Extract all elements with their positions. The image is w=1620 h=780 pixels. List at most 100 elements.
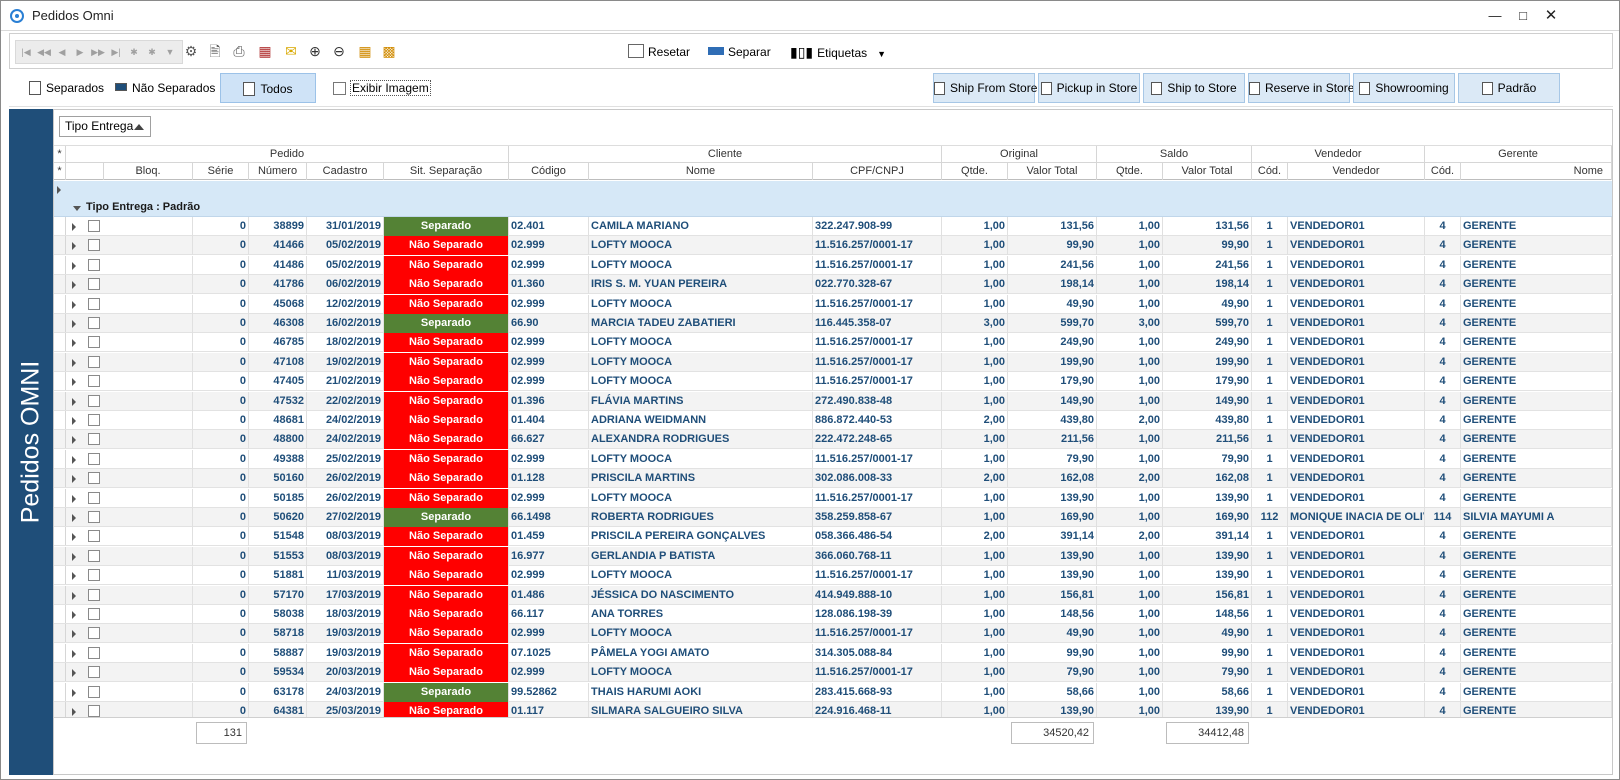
row-checkbox[interactable] xyxy=(88,394,100,407)
header-cadastro[interactable]: Cadastro xyxy=(307,163,384,180)
table-row[interactable]: 0 47108 19/02/2019 Não Separado 02.999 LOFTY … xyxy=(54,352,1612,372)
showrooming-button[interactable]: Showrooming xyxy=(1353,73,1455,103)
row-checkbox[interactable] xyxy=(88,239,100,252)
header-nome[interactable]: Nome xyxy=(589,163,813,180)
todos-button[interactable]: Todos xyxy=(220,73,316,103)
expand-icon[interactable] xyxy=(72,494,76,503)
separados-button[interactable]: Separados xyxy=(23,73,110,103)
group-row[interactable]: Tipo Entrega : Padrão xyxy=(54,199,1612,217)
expand-icon[interactable] xyxy=(72,261,76,270)
row-checkbox[interactable] xyxy=(88,608,100,620)
row-header[interactable] xyxy=(54,643,66,662)
collapse-icon[interactable] xyxy=(73,206,81,211)
expand-icon[interactable] xyxy=(72,514,76,522)
table-row[interactable]: 0 46308 16/02/2019 Separado 66.90 MARCIA TADE… xyxy=(54,314,1612,333)
header-gerente-nome[interactable]: Nome xyxy=(1461,163,1612,180)
header-serie[interactable]: Série xyxy=(193,163,249,180)
table-row[interactable]: 0 50185 26/02/2019 Não Separado 02.999 LOFTY … xyxy=(54,488,1612,508)
expand-icon[interactable] xyxy=(72,708,76,716)
row-checkbox[interactable] xyxy=(88,355,100,368)
ship-from-store-button[interactable]: Ship From Store xyxy=(933,73,1037,103)
header-saldo-qtde[interactable]: Qtde. xyxy=(1097,163,1163,180)
expand-icon[interactable] xyxy=(72,242,76,251)
table-row[interactable]: 0 58038 18/03/2019 Não Separado 66.117 ANA TO… xyxy=(54,605,1612,624)
table-row[interactable]: 0 58887 19/03/2019 Não Separado 07.1025 PÂMEL… xyxy=(54,643,1612,663)
header-cpf-cnpj[interactable]: CPF/CNPJ xyxy=(813,163,942,180)
next-page-icon[interactable]: ▶▶ xyxy=(91,44,105,60)
header-vendedor-cod[interactable]: Cód. xyxy=(1252,163,1288,180)
insert-icon[interactable]: ✱ xyxy=(127,44,141,60)
expand-icon[interactable] xyxy=(72,436,76,445)
row-checkbox[interactable] xyxy=(88,220,100,232)
table-row[interactable]: 0 57170 17/03/2019 Não Separado 01.486 JÉSSIC… xyxy=(54,585,1612,605)
chevron-down-icon[interactable]: ▼ xyxy=(877,49,886,59)
row-header[interactable] xyxy=(54,255,66,274)
row-header[interactable] xyxy=(54,663,66,682)
row-header[interactable] xyxy=(54,546,66,565)
table-row[interactable]: 0 50160 26/02/2019 Não Separado 01.128 PRISCI… xyxy=(54,469,1612,489)
row-checkbox[interactable] xyxy=(88,549,100,562)
expand-icon[interactable] xyxy=(72,572,76,581)
expand-icon[interactable] xyxy=(72,417,76,425)
row-header[interactable] xyxy=(54,217,66,235)
expand-icon[interactable] xyxy=(72,358,76,367)
properties-icon[interactable]: ⚙ xyxy=(182,42,200,60)
grid-icon[interactable]: ▩ xyxy=(380,42,398,60)
table-row[interactable]: 0 51548 08/03/2019 Não Separado 01.459 PRISCI… xyxy=(54,527,1612,547)
header-original-qtde[interactable]: Qtde. xyxy=(942,163,1008,180)
separar-button[interactable]: Separar xyxy=(708,40,771,64)
table-row[interactable]: 0 41466 05/02/2019 Não Separado 02.999 LOFTY … xyxy=(54,236,1612,256)
expand-icon[interactable] xyxy=(72,649,76,658)
expand-icon[interactable] xyxy=(72,320,76,328)
row-header[interactable] xyxy=(54,314,66,332)
row-header[interactable] xyxy=(54,566,66,585)
maximize-icon[interactable]: □ xyxy=(1511,5,1535,27)
row-header[interactable] xyxy=(54,430,66,449)
header-saldo-valor-total[interactable]: Valor Total xyxy=(1163,163,1252,180)
row-checkbox[interactable] xyxy=(88,666,100,679)
row-header[interactable] xyxy=(54,605,66,623)
expand-icon[interactable] xyxy=(72,533,76,542)
row-header[interactable] xyxy=(54,333,66,352)
expand-icon[interactable] xyxy=(72,300,76,309)
row-header[interactable] xyxy=(54,294,66,313)
table-row[interactable]: 0 48800 24/02/2019 Não Separado 66.627 ALEXAN… xyxy=(54,430,1612,450)
row-checkbox[interactable] xyxy=(88,297,100,310)
table-row[interactable]: 0 48681 24/02/2019 Não Separado 01.404 ADRIAN… xyxy=(54,411,1612,430)
expand-icon[interactable] xyxy=(72,688,76,697)
row-header[interactable] xyxy=(54,411,66,429)
table-row[interactable]: 0 50620 27/02/2019 Separado 66.1498 ROBERTA R… xyxy=(54,508,1612,527)
table-row[interactable]: 0 47532 22/02/2019 Não Separado 01.396 FLÁVIA… xyxy=(54,391,1612,411)
table-row[interactable]: 0 41786 06/02/2019 Não Separado 01.360 IRIS S… xyxy=(54,275,1612,295)
prev-icon[interactable]: ◀ xyxy=(55,44,69,60)
zoom-in-icon[interactable]: ⊕ xyxy=(306,42,324,60)
ship-to-store-button[interactable]: Ship to Store xyxy=(1143,73,1245,103)
expand-icon[interactable] xyxy=(72,223,76,231)
last-icon[interactable]: ▶| xyxy=(109,44,123,60)
row-header[interactable] xyxy=(54,275,66,294)
row-header[interactable] xyxy=(54,488,66,507)
zoom-out-icon[interactable]: ⊖ xyxy=(330,42,348,60)
exibir-imagem-checkbox[interactable] xyxy=(333,82,346,95)
row-header[interactable] xyxy=(54,527,66,546)
table-row[interactable]: 0 59534 20/03/2019 Não Separado 02.999 LOFTY … xyxy=(54,663,1612,683)
header-sit-separacao[interactable]: Sit. Separação xyxy=(384,163,509,180)
header-gerente-cod[interactable]: Cód. xyxy=(1425,163,1461,180)
expand-icon[interactable] xyxy=(72,281,76,290)
row-checkbox[interactable] xyxy=(88,511,100,523)
etiquetas-button[interactable]: ▮▯▮ Etiquetas ▼ xyxy=(790,40,886,64)
new-row[interactable] xyxy=(54,181,1612,199)
delete-icon[interactable]: ✱ xyxy=(145,44,159,60)
header-numero[interactable]: Número xyxy=(249,163,307,180)
row-checkbox[interactable] xyxy=(88,588,100,601)
email-icon[interactable]: ✉ xyxy=(282,42,300,60)
row-checkbox[interactable] xyxy=(88,317,100,329)
export-pdf-icon[interactable]: ▦ xyxy=(256,42,274,60)
table-row[interactable]: 0 41486 05/02/2019 Não Separado 02.999 LOFTY … xyxy=(54,255,1612,275)
filter-icon[interactable]: ▼ xyxy=(163,44,177,60)
row-header[interactable] xyxy=(54,352,66,371)
row-checkbox[interactable] xyxy=(88,627,100,640)
pickup-in-store-button[interactable]: Pickup in Store xyxy=(1038,73,1140,103)
expand-icon[interactable] xyxy=(72,591,76,600)
expand-icon[interactable] xyxy=(72,552,76,561)
